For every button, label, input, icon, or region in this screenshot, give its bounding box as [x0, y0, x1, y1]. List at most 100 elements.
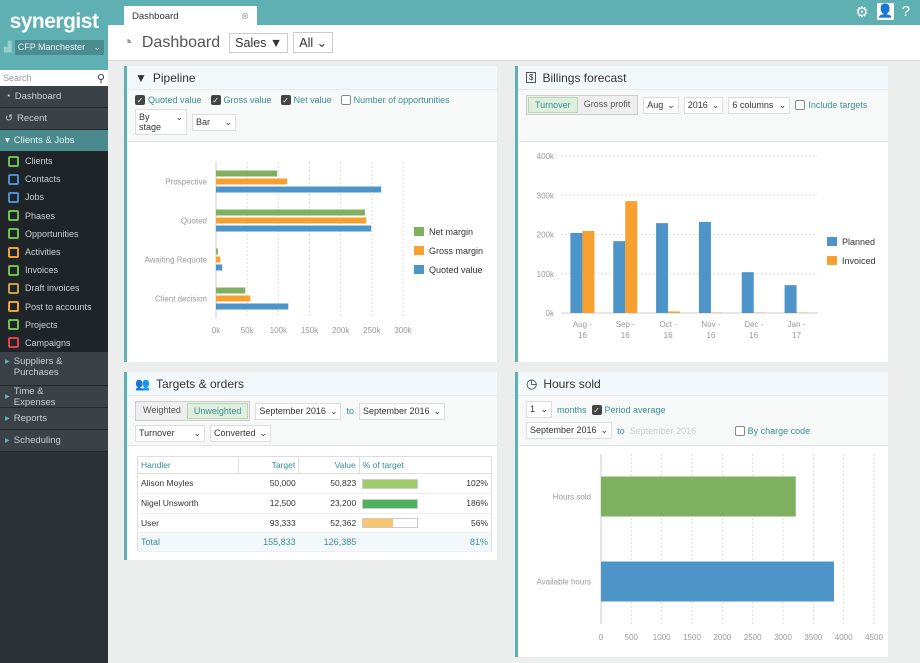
sidebar-item-phases[interactable]: Phases: [0, 206, 108, 225]
people-icon: 👥: [135, 376, 150, 391]
panel-title: Billings forecast: [542, 70, 627, 85]
sidebar-item-recent[interactable]: ↺ Recent: [0, 108, 108, 130]
clients-icon: [8, 155, 19, 167]
period-average-checkbox[interactable]: ✓ Period average: [591, 404, 666, 415]
bar-planned: [698, 221, 711, 313]
hours-chart: 0 500 1000 1500 2000 2500 3000 3500 4000 4500 Hour…: [536, 454, 883, 642]
columns-select[interactable]: 6 columns ⌄: [728, 96, 791, 114]
table-row[interactable]: Nigel Unsworth 12,500 23,200 186%: [137, 493, 492, 514]
x-tick-label: 16: [578, 331, 587, 340]
sidebar-item-suppliers-purchases[interactable]: ▸ Suppliers & Purchases: [0, 352, 108, 387]
sidebar-item-clients[interactable]: Clients: [0, 152, 108, 171]
legend-label: Invoiced: [842, 256, 876, 266]
col-handler[interactable]: Handler: [137, 456, 239, 474]
measure-select[interactable]: Turnover ⌄: [135, 425, 205, 442]
opportunities-icon: [8, 228, 19, 240]
months-label: months: [557, 404, 587, 415]
y-tick-label: 100k: [537, 270, 555, 279]
help-icon[interactable]: ?: [902, 3, 910, 21]
from-month-select[interactable]: September 2016 ⌄: [526, 422, 613, 439]
x-tick-label: 16: [706, 331, 715, 340]
col-target[interactable]: Target: [238, 456, 300, 474]
include-targets-checkbox[interactable]: Include targets: [795, 100, 867, 110]
sidebar-item-dashboard[interactable]: ◔ Dashboard: [0, 86, 108, 108]
bar-net-margin: [216, 248, 218, 255]
billings-chart: 0k 100k 200k 300k 400k Aug - 16 Sep - 16 Oct - 16 N…: [537, 152, 876, 340]
gross-profit-option[interactable]: Gross profit: [578, 97, 637, 113]
bar-gross-margin: [216, 295, 251, 302]
gear-icon[interactable]: ⚙: [855, 3, 868, 21]
col-value[interactable]: Value: [298, 456, 360, 474]
sidebar-item-contacts[interactable]: Contacts: [0, 170, 108, 189]
weighting-toggle[interactable]: Weighted Unweighted: [135, 401, 251, 421]
col-pct[interactable]: % of target: [359, 456, 493, 474]
to-month-select[interactable]: September 2016 ⌄: [359, 402, 446, 420]
checkbox-number-of-opportunities[interactable]: Number of opportunities: [340, 95, 450, 105]
x-tick-label: 16: [621, 331, 630, 340]
search-input[interactable]: Search ⚲: [0, 70, 108, 86]
sidebar-item-opportunities[interactable]: Opportunities: [0, 224, 108, 243]
legend-label: Net margin: [429, 227, 473, 237]
bar-invoiced: [582, 230, 595, 313]
unweighted-option[interactable]: Unweighted: [186, 403, 249, 419]
sidebar-item-time-expenses[interactable]: ▸ Time & Expenses: [0, 386, 108, 409]
by-charge-code-checkbox[interactable]: By charge code: [734, 425, 810, 436]
weighted-option[interactable]: Weighted: [137, 403, 187, 419]
hours-panel: ◷ Hours sold 1 ⌄ months ✓ Period average Sep…: [515, 372, 888, 657]
year-select[interactable]: 2016 ⌄: [683, 96, 724, 114]
sidebar-item-invoices[interactable]: Invoices: [0, 261, 108, 280]
checkbox-quoted-value[interactable]: ✓ Quoted value: [135, 95, 202, 105]
all-dropdown[interactable]: All ⌄: [293, 32, 334, 53]
table-row[interactable]: Alison Moyles 50,000 50,823 102%: [137, 473, 492, 494]
to-month: September 2016: [629, 425, 697, 436]
bar-quoted-value: [216, 264, 223, 271]
sidebar-item-reports[interactable]: ▸ Reports: [0, 408, 108, 431]
x-tick-label: 500: [625, 633, 639, 642]
month-select[interactable]: Aug ⌄: [643, 96, 679, 114]
sidebar-item-clients-jobs[interactable]: ▾ Clients & Jobs: [0, 130, 108, 152]
x-tick-label: Nov -: [701, 320, 720, 329]
office-select[interactable]: CFP Manchester ⌄: [14, 40, 104, 55]
x-tick-label: 3500: [804, 633, 822, 642]
from-month-select[interactable]: September 2016 ⌄: [255, 402, 342, 420]
sidebar-item-activities[interactable]: Activities: [0, 242, 108, 262]
pipeline-chart: 0k 50k 100k 150k 200k 250k 300k Prospective Quot…: [144, 162, 483, 335]
bar-gross-margin: [216, 178, 288, 185]
sales-dropdown[interactable]: Sales ▼: [229, 32, 289, 53]
group-by-select[interactable]: By stage ⌄: [135, 109, 187, 135]
x-tick-label: 1500: [683, 633, 701, 642]
legend-swatch: [414, 265, 424, 274]
x-tick-label: Sep -: [616, 320, 635, 329]
turnover-option[interactable]: Turnover: [528, 97, 578, 113]
sidebar-item-jobs[interactable]: Jobs: [0, 188, 108, 207]
search-icon[interactable]: ⚲: [97, 72, 105, 85]
sidebar-item-scheduling[interactable]: ▸ Scheduling: [0, 430, 108, 453]
x-tick-label: 4500: [865, 633, 883, 642]
close-icon[interactable]: ⊗: [241, 11, 249, 22]
tab-dashboard[interactable]: Dashboard ⊗: [124, 6, 257, 25]
sidebar-item-draft-invoices[interactable]: Draft invoices: [0, 279, 108, 298]
x-tick-label: 2500: [744, 633, 762, 642]
draft-invoices-icon: [8, 282, 19, 294]
turnover-toggle[interactable]: Turnover Gross profit: [526, 95, 639, 115]
x-tick-label: 0: [599, 633, 604, 642]
table-row[interactable]: User 93,333 52,362 56%: [137, 513, 492, 534]
bar-quoted-value: [216, 186, 382, 193]
sidebar-item-campaigns[interactable]: Campaigns: [0, 333, 108, 353]
y-tick-label: Available hours: [536, 578, 591, 587]
user-icon[interactable]: 👤: [876, 3, 894, 20]
months-select[interactable]: 1 ⌄: [526, 401, 552, 418]
x-tick-label: Aug -: [573, 320, 592, 329]
sidebar-item-post-to-accounts[interactable]: Post to accounts: [0, 297, 108, 316]
caret-right-icon: ▸: [5, 413, 10, 425]
sidebar-item-projects[interactable]: Projects: [0, 315, 108, 334]
status-select[interactable]: Converted ⌄: [210, 425, 272, 442]
x-tick-label: 4000: [835, 633, 853, 642]
chart-type-select[interactable]: Bar ⌄: [192, 113, 236, 131]
sidebar: synergist ▟ CFP Manchester ⌄ Search ⚲ ◔ Dash…: [0, 0, 108, 663]
checkbox-net-value[interactable]: ✓ Net value: [280, 95, 332, 105]
x-tick-label: 150k: [301, 326, 319, 335]
y-tick-label: 300k: [537, 191, 555, 200]
checkbox-gross-value[interactable]: ✓ Gross value: [210, 95, 272, 105]
bar-planned: [656, 223, 669, 313]
